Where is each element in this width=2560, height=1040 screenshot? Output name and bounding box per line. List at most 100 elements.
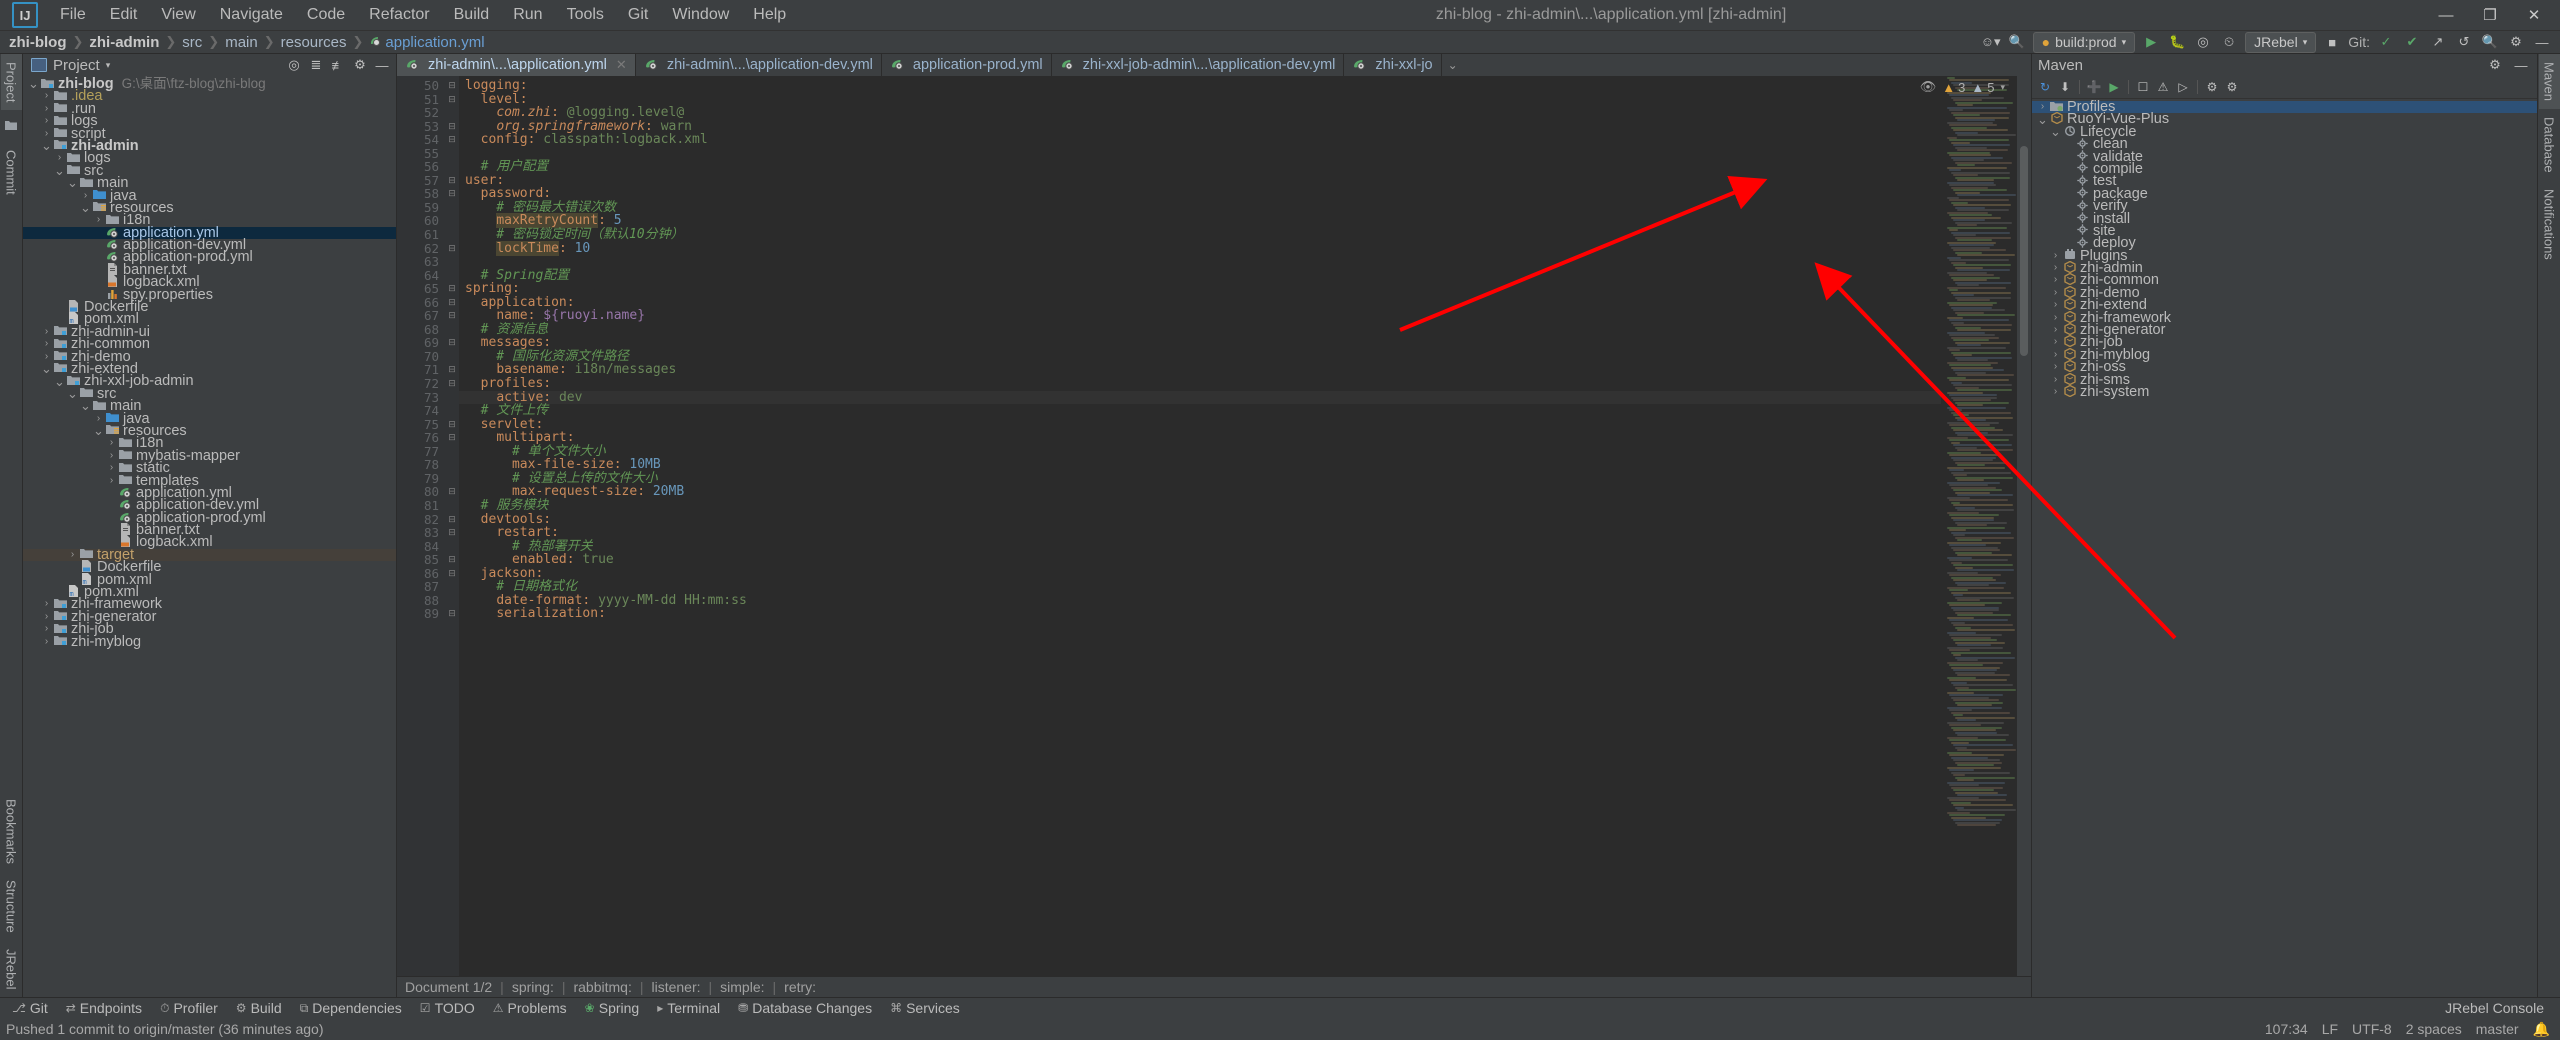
breadcrumb-main[interactable]: main	[222, 34, 261, 51]
menu-edit[interactable]: Edit	[98, 2, 150, 28]
project-tree-row[interactable]: ⌄ src	[23, 386, 396, 401]
yaml-crumb-retry[interactable]: retry:	[784, 979, 816, 995]
yaml-crumb-listener[interactable]: listener:	[651, 979, 700, 995]
project-tree-row[interactable]: › java	[23, 411, 396, 426]
chevron-right-icon[interactable]: ›	[2049, 312, 2062, 324]
chevron-right-icon[interactable]: ›	[40, 623, 53, 635]
editor-tab[interactable]: zhi-admin\...\application.yml ✕	[397, 54, 636, 76]
project-tree-row[interactable]: banner.txt	[23, 262, 396, 277]
editor-tab[interactable]: zhi-admin\...\application-dev.yml	[636, 54, 882, 76]
project-tree-row[interactable]: application-prod.yml	[23, 510, 396, 525]
menu-view[interactable]: View	[149, 2, 207, 28]
code-line[interactable]: devtools:	[459, 512, 1941, 527]
git-push-icon[interactable]: ↗	[2428, 33, 2448, 52]
user-icon[interactable]: ☺▾	[1981, 33, 2001, 52]
toggle-offline-icon[interactable]: ☐	[2134, 78, 2152, 96]
tool-window-button-dependencies[interactable]: ⧉ Dependencies	[292, 998, 410, 1018]
git-history-icon[interactable]: ↺	[2454, 33, 2474, 52]
run-icon[interactable]: ▶	[2141, 33, 2161, 52]
minimize-button[interactable]: —	[2424, 1, 2468, 29]
fold-collapse-icon[interactable]: ⊟	[445, 93, 459, 107]
project-tree-row[interactable]: ⌄ resources	[23, 200, 396, 215]
chevron-right-icon[interactable]: ›	[2049, 274, 2062, 286]
tool-window-button-profiler[interactable]: ⏱ Profiler	[152, 998, 226, 1018]
code-line[interactable]: # 日期格式化	[459, 580, 1941, 594]
maven-project-tree[interactable]: › Profiles ⌄ RuoYi-Vue-Plus ⌄ Lifecycle clean v…	[2032, 99, 2537, 997]
skip-tests-icon[interactable]: ⚠	[2154, 78, 2172, 96]
chevron-down-icon[interactable]: ⌄	[53, 164, 66, 177]
fold-end-icon[interactable]: ⊟	[445, 242, 459, 256]
maven-tree-row[interactable]: › zhi-system	[2032, 384, 2537, 399]
project-tree-row[interactable]: › mybatis-mapper	[23, 448, 396, 463]
yaml-crumb-rabbitmq[interactable]: rabbitmq:	[573, 979, 631, 995]
project-settings-icon[interactable]: ⚙	[350, 56, 370, 75]
inspection-widget[interactable]: 👁 ▲ 3 ▲ 5 ▾	[1920, 79, 2005, 95]
chevron-down-icon[interactable]: ⌄	[40, 362, 53, 375]
code-line[interactable]: # Spring配置	[459, 268, 1941, 283]
fold-collapse-icon[interactable]: ⊟	[445, 418, 459, 432]
download-sources-icon[interactable]: ⬇	[2056, 78, 2074, 96]
select-opened-file-icon[interactable]: ◎	[284, 56, 304, 75]
collapse-all-icon[interactable]: ≢	[328, 56, 348, 75]
stop-icon[interactable]: ■	[2322, 33, 2342, 52]
code-line[interactable]: lockTime: 10	[459, 240, 1941, 256]
hide-panel-icon[interactable]: —	[372, 56, 392, 75]
help-icon[interactable]: ⚙	[2223, 78, 2241, 96]
tool-window-button-git[interactable]: ⎇ Git	[4, 998, 56, 1018]
fold-collapse-icon[interactable]: ⊟	[445, 187, 459, 201]
chevron-right-icon[interactable]: ›	[2049, 262, 2062, 274]
code-line[interactable]: # 设置总上传的文件大小	[459, 472, 1941, 486]
hide-navbar-icon[interactable]: —	[2532, 33, 2552, 52]
fold-collapse-icon[interactable]: ⊟	[445, 296, 459, 310]
breadcrumb-src[interactable]: src	[179, 34, 205, 51]
sidebar-item-database[interactable]: Database	[2539, 109, 2560, 181]
chevron-right-icon[interactable]: ›	[40, 115, 53, 127]
project-tree-row[interactable]: ⌄ src	[23, 163, 396, 178]
fold-collapse-icon[interactable]: ⊟	[445, 526, 459, 540]
close-button[interactable]: ✕	[2512, 1, 2556, 29]
breadcrumb-application-yml[interactable]: application.yml	[366, 34, 487, 51]
code-line[interactable]: user:	[459, 174, 1941, 188]
editor-tab[interactable]: application-prod.yml	[882, 54, 1052, 76]
chevron-right-icon[interactable]: ›	[2049, 349, 2062, 361]
code-line[interactable]: config: classpath:logback.xml	[459, 133, 1941, 147]
maven-settings-icon[interactable]: ⚙	[2485, 56, 2505, 75]
execute-goal-icon[interactable]: ▷	[2174, 78, 2192, 96]
code-line[interactable]: name: ${ruoyi.name}	[459, 309, 1941, 323]
chevron-right-icon[interactable]: ›	[105, 437, 118, 449]
fold-end-icon[interactable]: ⊟	[445, 120, 459, 134]
chevron-right-icon[interactable]: ›	[40, 611, 53, 623]
chevron-right-icon[interactable]: ›	[2049, 324, 2062, 336]
maven-hide-icon[interactable]: —	[2511, 56, 2531, 75]
chevron-down-icon[interactable]: ⌄	[27, 77, 40, 90]
sidebar-item-bookmarks[interactable]: Bookmarks	[1, 791, 22, 872]
code-line[interactable]: org.springframework: warn	[459, 119, 1941, 134]
chevron-right-icon[interactable]: ›	[2049, 336, 2062, 348]
fold-end-icon[interactable]: ⊟	[445, 485, 459, 499]
chevron-down-icon[interactable]: ⌄	[66, 176, 79, 189]
warning-count[interactable]: ▲ 3	[1942, 80, 1965, 95]
menu-build[interactable]: Build	[442, 2, 502, 28]
code-line[interactable]: # 服务模块	[459, 499, 1941, 513]
code-line[interactable]: application:	[459, 295, 1941, 310]
project-tree-row[interactable]: application-prod.yml	[23, 250, 396, 265]
project-tree-row[interactable]: ⌄ resources	[23, 423, 396, 438]
code-line[interactable]: # 文件上传	[459, 404, 1941, 418]
chevron-down-icon[interactable]: ⌄	[66, 387, 79, 400]
project-tree-row[interactable]: logback.xml	[23, 535, 396, 550]
menu-tools[interactable]: Tools	[555, 2, 616, 28]
breadcrumb-zhi-blog[interactable]: zhi-blog	[6, 34, 69, 51]
chevron-right-icon[interactable]: ›	[2049, 374, 2062, 386]
git-commit-icon[interactable]: ✔	[2402, 33, 2422, 52]
refresh-icon[interactable]: ↻	[2036, 78, 2054, 96]
scrollbar-thumb[interactable]	[2020, 146, 2028, 356]
editor-code-content[interactable]: logging: level: com.zhi: @logging.level@…	[459, 76, 1941, 976]
fold-collapse-icon[interactable]: ⊟	[445, 282, 459, 296]
git-branch[interactable]: master	[2476, 1021, 2519, 1037]
chevron-right-icon[interactable]: ›	[2049, 287, 2062, 299]
tool-window-button-spring[interactable]: ❀ Spring	[577, 998, 648, 1018]
code-line[interactable]: jackson:	[459, 566, 1941, 581]
code-line[interactable]: serialization:	[459, 607, 1941, 621]
menu-git[interactable]: Git	[616, 2, 660, 28]
editor-tab[interactable]: zhi-xxl-jo	[1344, 54, 1442, 76]
